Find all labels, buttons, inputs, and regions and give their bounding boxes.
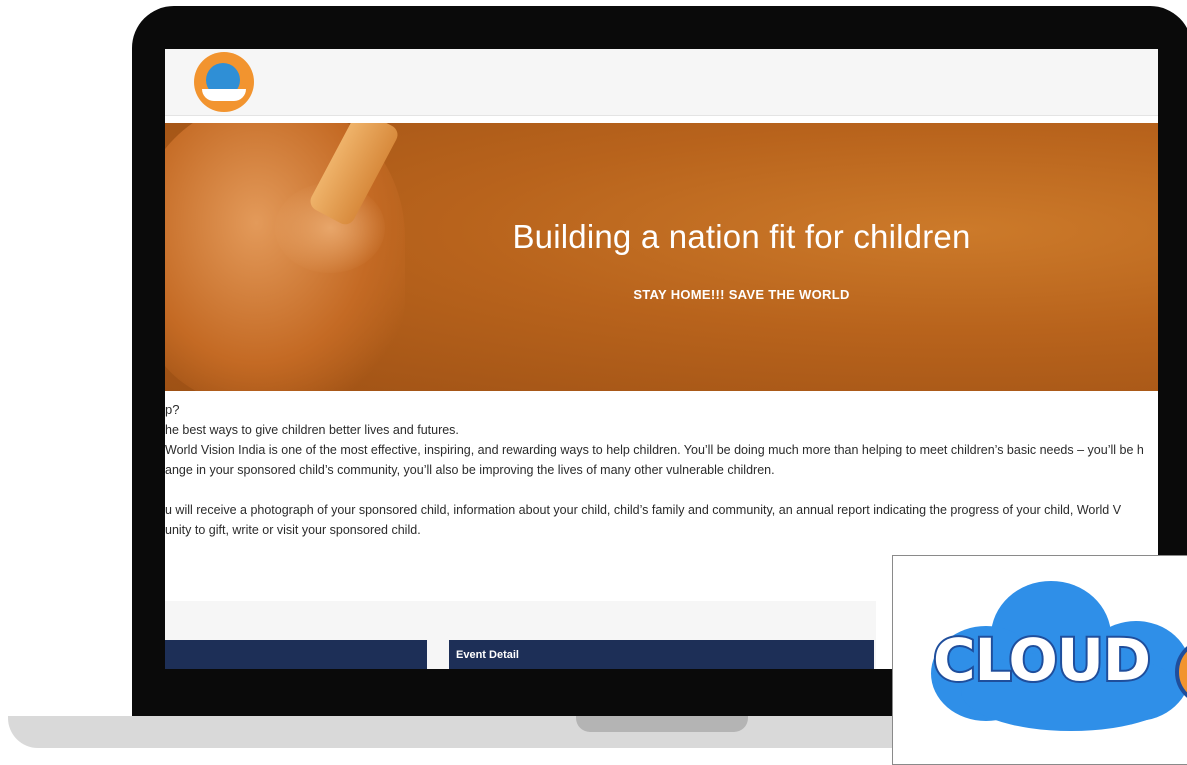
article-heading: p? <box>165 402 180 417</box>
laptop-base <box>8 716 1008 748</box>
site-logo[interactable] <box>194 52 254 112</box>
laptop-notch <box>576 716 748 732</box>
logo-hand-icon <box>202 89 246 101</box>
site-navbar <box>165 49 1158 116</box>
watermark-text: CLOUD <box>931 624 1153 696</box>
hero-title: Building a nation fit for children <box>512 218 971 255</box>
article-line: World Vision India is one of the most ef… <box>165 443 1144 457</box>
article-line: he best ways to give children better liv… <box>165 423 459 437</box>
article-line: u will receive a photograph of your spon… <box>165 503 1122 517</box>
event-detail-header: Event Detail <box>449 640 874 669</box>
article-line: unity to gift, write or visit your spons… <box>165 523 421 537</box>
watermark-card: CLOUD <box>892 555 1187 765</box>
panel-header-left <box>165 640 427 669</box>
hero-subtitle: STAY HOME!!! SAVE THE WORLD <box>633 287 850 302</box>
hero-banner: Building a nation fit for children STAY … <box>165 123 1158 391</box>
article-body: p? he best ways to give children better … <box>165 400 1158 540</box>
article-line: ange in your sponsored child’s community… <box>165 463 775 477</box>
